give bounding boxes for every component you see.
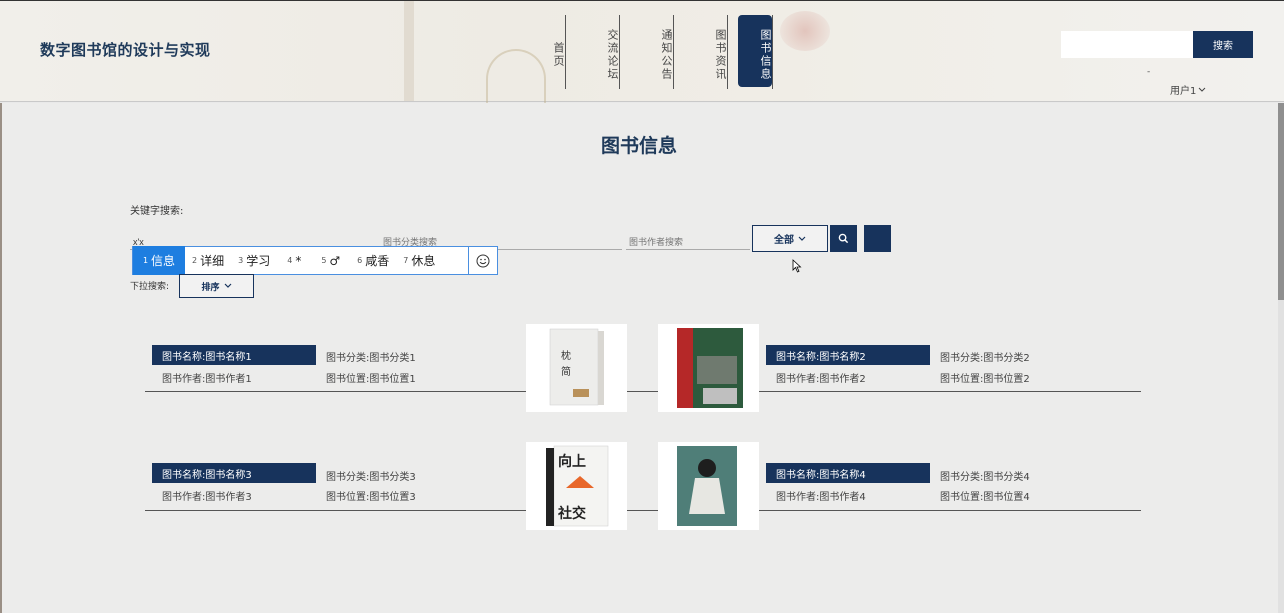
book-author: 图书作者:图书作者4	[776, 492, 866, 503]
ime-candidate[interactable]: 6 咸香	[350, 246, 396, 275]
header-search-button[interactable]: 搜索	[1193, 31, 1253, 58]
svg-text:社交: 社交	[557, 505, 586, 522]
search-button[interactable]	[830, 225, 857, 252]
ime-candidate[interactable]: 1 信息	[133, 246, 185, 275]
nav-divider	[772, 15, 773, 89]
book-location: 图书位置:图书位置1	[326, 374, 416, 385]
ime-emoji-button[interactable]	[468, 246, 497, 275]
search-icon	[838, 233, 849, 244]
ime-candidate[interactable]: 5 ♂	[311, 246, 350, 275]
book-category: 图书分类:图书分类3	[326, 472, 416, 483]
header: 数字图书馆的设计与实现 首页 交流论坛 通知公告 图书资讯 图书信息 搜索 - …	[0, 0, 1284, 103]
svg-text:简: 简	[561, 365, 571, 378]
header-decoration	[780, 11, 830, 51]
chevron-down-icon	[798, 236, 806, 241]
keyword-search-label: 关键字搜索:	[130, 206, 184, 217]
scrollbar-thumb[interactable]	[1278, 103, 1284, 300]
chevron-down-icon	[1199, 87, 1206, 92]
book-name[interactable]: 图书名称:图书名称4	[766, 463, 930, 483]
ime-candidate[interactable]: 4 *	[277, 246, 311, 275]
extra-action-button[interactable]	[864, 225, 891, 252]
ime-candidate[interactable]: 2 详细	[185, 246, 231, 275]
book-cover-image[interactable]: 枕 简	[526, 324, 627, 412]
chevron-down-icon	[224, 283, 231, 288]
site-title: 数字图书馆的设计与实现	[40, 41, 211, 59]
nav-book-news[interactable]: 图书资讯	[674, 15, 728, 89]
book-cover-image[interactable]	[658, 324, 759, 412]
book-category: 图书分类:图书分类1	[326, 353, 416, 364]
header-search-input[interactable]	[1061, 31, 1193, 58]
ime-candidate[interactable]: 7 休息	[396, 246, 442, 275]
svg-text:向上: 向上	[558, 453, 586, 470]
dropdown-search-label: 下拉搜索:	[130, 282, 170, 292]
book-category: 图书分类:图书分类2	[940, 353, 1030, 364]
book-cover-image[interactable]: 向上 社交	[526, 442, 627, 530]
author-search-input[interactable]	[626, 234, 750, 250]
book-name[interactable]: 图书名称:图书名称3	[152, 463, 316, 483]
book-location: 图书位置:图书位置2	[940, 374, 1030, 385]
book-location: 图书位置:图书位置3	[326, 492, 416, 503]
book-location: 图书位置:图书位置4	[940, 492, 1030, 503]
book-name[interactable]: 图书名称:图书名称1	[152, 345, 316, 365]
ime-candidate-bar: 1 信息 2 详细 3 学习 4 * 5 ♂ 6 咸香 7 休息	[132, 246, 498, 275]
row-divider	[145, 510, 1141, 511]
nav-notice[interactable]: 通知公告	[620, 15, 674, 89]
nav-home[interactable]: 首页	[512, 15, 566, 89]
page-title: 图书信息	[600, 135, 677, 157]
svg-text:枕: 枕	[561, 349, 571, 362]
book-cover-image[interactable]	[658, 442, 759, 530]
ime-candidate[interactable]: 3 学习	[231, 246, 277, 275]
book-author: 图书作者:图书作者2	[776, 374, 866, 385]
mouse-cursor-icon	[792, 259, 802, 273]
sort-label: 排序	[201, 282, 220, 293]
book-category: 图书分类:图书分类4	[940, 472, 1030, 483]
all-filter-dropdown[interactable]: 全部	[752, 225, 828, 252]
header-decoration	[404, 1, 414, 101]
smiley-icon	[476, 254, 490, 267]
book-author: 图书作者:图书作者3	[162, 492, 252, 503]
window-edge	[0, 103, 2, 613]
book-cover-art: 枕 简	[549, 328, 604, 406]
user-menu[interactable]: 用户1	[1170, 82, 1206, 97]
nav-book-info[interactable]: 图书信息	[738, 15, 772, 87]
book-cover-art	[676, 446, 737, 526]
nav-forum[interactable]: 交流论坛	[566, 15, 620, 89]
book-cover-art	[676, 328, 743, 408]
separator-dot: -	[1147, 67, 1151, 77]
book-author: 图书作者:图书作者1	[162, 374, 252, 385]
book-cover-art: 向上 社交	[545, 445, 608, 527]
main-nav: 首页 交流论坛 通知公告 图书资讯 图书信息	[512, 15, 773, 89]
all-filter-label: 全部	[774, 235, 794, 246]
row-divider	[145, 391, 1141, 392]
book-name[interactable]: 图书名称:图书名称2	[766, 345, 930, 365]
sort-dropdown[interactable]: 排序	[179, 274, 254, 298]
user-name: 用户1	[1170, 86, 1197, 97]
